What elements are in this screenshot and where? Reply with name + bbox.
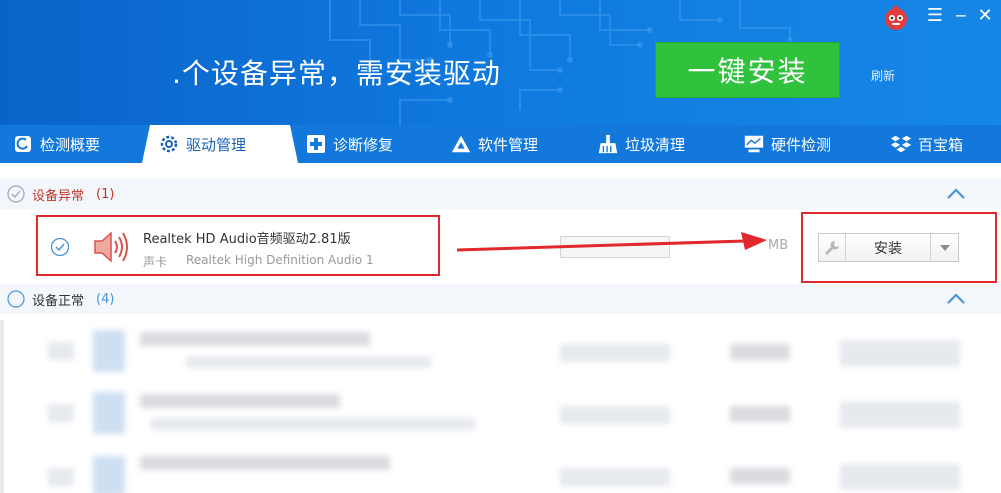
one-click-install-button[interactable]: 一键安装: [655, 42, 840, 98]
chevron-up-icon[interactable]: [946, 292, 966, 306]
tab-check-overview[interactable]: 检测概要: [12, 125, 100, 163]
minimize-icon[interactable]: ‒: [952, 6, 970, 26]
tab-toolbox[interactable]: 百宝箱: [890, 125, 963, 163]
tab-hardware-detection[interactable]: 硬件检测: [743, 125, 831, 163]
check-overview-icon: [12, 133, 34, 155]
tab-driver-management[interactable]: 驱动管理: [158, 125, 246, 163]
refresh-link[interactable]: 刷新: [871, 67, 895, 84]
tab-label: 百宝箱: [918, 135, 964, 154]
red-arrow-annotation: [456, 232, 767, 252]
driver-manager-window: .个设备异常，需安装驱动 一键安装 刷新 ☰ ‒ ✕ 检测概要 驱动管理 诊断修…: [0, 0, 1001, 493]
blurred-driver-row: [0, 384, 1001, 444]
tab-label: 软件管理: [478, 135, 539, 154]
toolbox-icon: [890, 133, 912, 155]
tab-label: 垃圾清理: [625, 135, 686, 154]
tab-diagnose-repair[interactable]: 诊断修复: [305, 125, 393, 163]
header-banner: .个设备异常，需安装驱动 一键安装 刷新 ☰ ‒ ✕: [0, 0, 1001, 125]
section-count: (1): [96, 186, 115, 202]
section-label: 设备异常: [32, 188, 85, 204]
monitor-icon: [743, 133, 765, 155]
tab-label: 诊断修复: [333, 135, 394, 154]
tab-label: 检测概要: [40, 135, 101, 154]
highlight-box-driver-info: [36, 215, 440, 276]
close-icon[interactable]: ✕: [976, 6, 994, 26]
section-count: (4): [96, 291, 115, 307]
mascot-icon[interactable]: [882, 4, 910, 32]
tab-label: 硬件检测: [771, 135, 832, 154]
blurred-driver-row: [0, 322, 1001, 382]
broom-icon: [597, 133, 619, 155]
section-header-abnormal[interactable]: 设备异常 (1): [0, 179, 1001, 209]
tab-junk-cleanup[interactable]: 垃圾清理: [597, 125, 685, 163]
chevron-up-icon[interactable]: [946, 187, 966, 201]
gear-icon: [158, 133, 180, 155]
software-icon: [450, 133, 472, 155]
section-header-normal[interactable]: 设备正常 (4): [0, 284, 1001, 314]
blurred-driver-row: [0, 446, 1001, 493]
highlight-box-install-button: [801, 212, 997, 283]
medical-cross-icon: [305, 133, 327, 155]
section-checkbox[interactable]: [7, 290, 25, 308]
section-label: 设备正常: [32, 293, 85, 309]
main-tab-bar: 检测概要 驱动管理 诊断修复 软件管理 垃圾清理 硬件检测 百宝箱: [0, 125, 1001, 163]
menu-icon[interactable]: ☰: [926, 6, 944, 26]
section-checkbox[interactable]: [7, 185, 25, 203]
anomaly-headline: .个设备异常，需安装驱动: [172, 57, 501, 90]
tab-label: 驱动管理: [186, 135, 247, 154]
tab-software-management[interactable]: 软件管理: [450, 125, 538, 163]
